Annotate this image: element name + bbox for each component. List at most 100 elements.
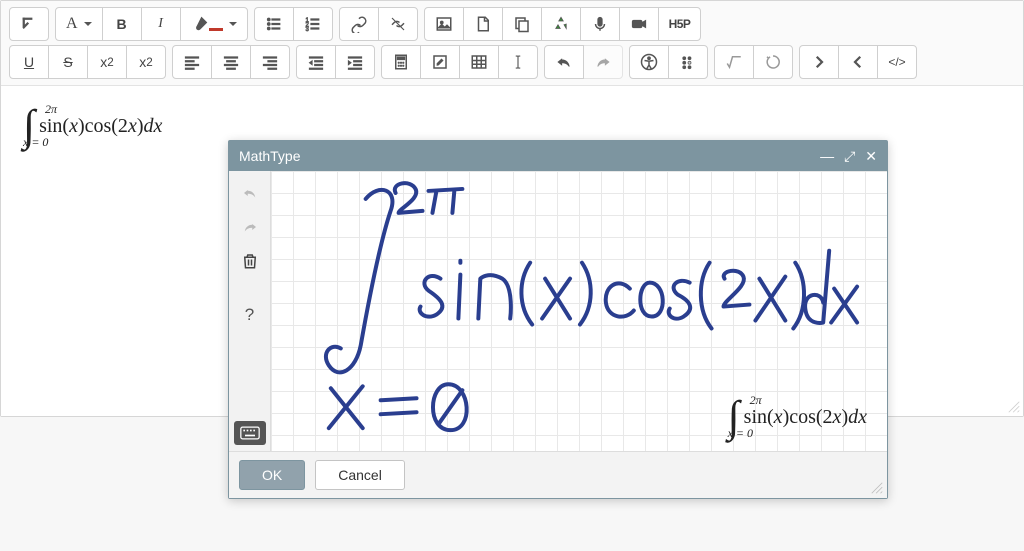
cancel-button[interactable]: Cancel (315, 460, 405, 490)
color-swatch (209, 28, 223, 31)
dialog-window-controls: — ⤢ ✕ (820, 149, 877, 163)
table-icon (470, 53, 488, 71)
list-ul-icon (265, 15, 283, 33)
handwriting-undo-button[interactable] (234, 177, 266, 209)
handwriting-sidebar: ? (229, 171, 271, 451)
redo-button[interactable] (583, 45, 623, 79)
microphone-icon (591, 15, 609, 33)
outdent-button[interactable] (296, 45, 336, 79)
minimize-icon[interactable]: — (820, 149, 834, 163)
chevron-right-icon (810, 53, 828, 71)
bold-label: B (117, 16, 127, 32)
calculator-button[interactable] (381, 45, 421, 79)
trash-icon (241, 252, 259, 270)
text-color-button[interactable] (180, 7, 248, 41)
align-right-button[interactable] (250, 45, 290, 79)
indent-icon (346, 53, 364, 71)
integral-upper-limit: 2π (45, 102, 57, 117)
indent-button[interactable] (335, 45, 375, 79)
edit-icon (431, 53, 449, 71)
sqrt-icon (725, 53, 743, 71)
html-source-button[interactable]: </> (877, 45, 917, 79)
align-left-icon (183, 53, 201, 71)
editor-resize-handle[interactable] (1007, 400, 1021, 414)
rendered-formula: ∫ 2π x = 0 sin(x)cos(2x)dx (21, 104, 162, 148)
paste-button[interactable] (502, 7, 542, 41)
undo-button[interactable] (544, 45, 584, 79)
h5p-button[interactable]: H5P (658, 7, 702, 41)
underline-button[interactable]: U (9, 45, 49, 79)
dialog-footer: OK Cancel (229, 451, 887, 498)
italic-label: I (158, 16, 163, 32)
mathtype-dialog: MathType — ⤢ ✕ ? (228, 140, 888, 499)
compose-button[interactable] (420, 45, 460, 79)
unlink-button[interactable] (378, 7, 418, 41)
code-label: </> (888, 55, 905, 69)
dialog-body: ? (229, 171, 887, 451)
ordered-list-button[interactable]: 123 (293, 7, 333, 41)
font-label: A (66, 15, 78, 33)
copy-icon (513, 15, 531, 33)
undo-icon (555, 53, 573, 71)
integral-lower-limit: x = 0 (23, 135, 48, 150)
braille-button[interactable] (668, 45, 708, 79)
sup-base: x (139, 54, 146, 70)
formula-body: sin(x)cos(2x)dx (39, 115, 162, 138)
math-editor-button[interactable] (714, 45, 754, 79)
chem-editor-button[interactable] (753, 45, 793, 79)
italic-button[interactable]: I (141, 7, 181, 41)
strike-label: S (63, 54, 72, 70)
next-button[interactable] (799, 45, 839, 79)
handwriting-clear-button[interactable] (234, 245, 266, 277)
record-audio-button[interactable] (580, 7, 620, 41)
svg-text:3: 3 (305, 27, 309, 33)
prev-button[interactable] (838, 45, 878, 79)
video-icon (630, 15, 648, 33)
align-right-icon (261, 53, 279, 71)
dialog-titlebar[interactable]: MathType — ⤢ ✕ (229, 141, 887, 171)
superscript-button[interactable]: x2 (126, 45, 166, 79)
align-center-icon (222, 53, 240, 71)
align-left-button[interactable] (172, 45, 212, 79)
expand-toolbar-button[interactable] (9, 7, 49, 41)
align-center-button[interactable] (211, 45, 251, 79)
sub-suffix: 2 (107, 56, 113, 69)
h5p-label: H5P (669, 17, 691, 31)
integral-upper-limit: 2π (750, 393, 762, 408)
strikethrough-button[interactable]: S (48, 45, 88, 79)
accessibility-button[interactable] (629, 45, 669, 79)
outdent-icon (307, 53, 325, 71)
undo-icon (241, 184, 259, 202)
keyboard-toggle-button[interactable] (234, 421, 266, 445)
accessibility-icon (640, 53, 658, 71)
link-icon (350, 15, 368, 33)
formula-body: sin(x)cos(2x)dx (744, 406, 867, 429)
question-icon: ? (245, 305, 254, 325)
sub-base: x (100, 54, 107, 70)
subscript-button[interactable]: x2 (87, 45, 127, 79)
close-icon[interactable]: ✕ (865, 149, 877, 163)
embed-button[interactable] (541, 7, 581, 41)
toolbar: A B I 123 (1, 1, 1023, 86)
braille-icon (679, 53, 697, 71)
calculator-icon (392, 53, 410, 71)
maximize-icon[interactable]: ⤢ (844, 149, 855, 163)
handwriting-redo-button[interactable] (234, 211, 266, 243)
unordered-list-button[interactable] (254, 7, 294, 41)
insert-file-button[interactable] (463, 7, 503, 41)
ok-button[interactable]: OK (239, 460, 305, 490)
handwriting-help-button[interactable]: ? (234, 299, 266, 331)
image-icon (435, 15, 453, 33)
bold-button[interactable]: B (102, 7, 142, 41)
dialog-resize-handle[interactable] (870, 481, 884, 495)
handwriting-canvas[interactable]: ∫ 2π x = 0 sin(x)cos(2x)dx (271, 171, 887, 451)
redo-icon (594, 53, 612, 71)
toolbar-row-1: A B I 123 (9, 7, 1015, 41)
font-family-button[interactable]: A (55, 7, 103, 41)
table-button[interactable] (459, 45, 499, 79)
text-cursor-button[interactable] (498, 45, 538, 79)
link-button[interactable] (339, 7, 379, 41)
insert-image-button[interactable] (424, 7, 464, 41)
record-video-button[interactable] (619, 7, 659, 41)
chevron-left-icon (849, 53, 867, 71)
